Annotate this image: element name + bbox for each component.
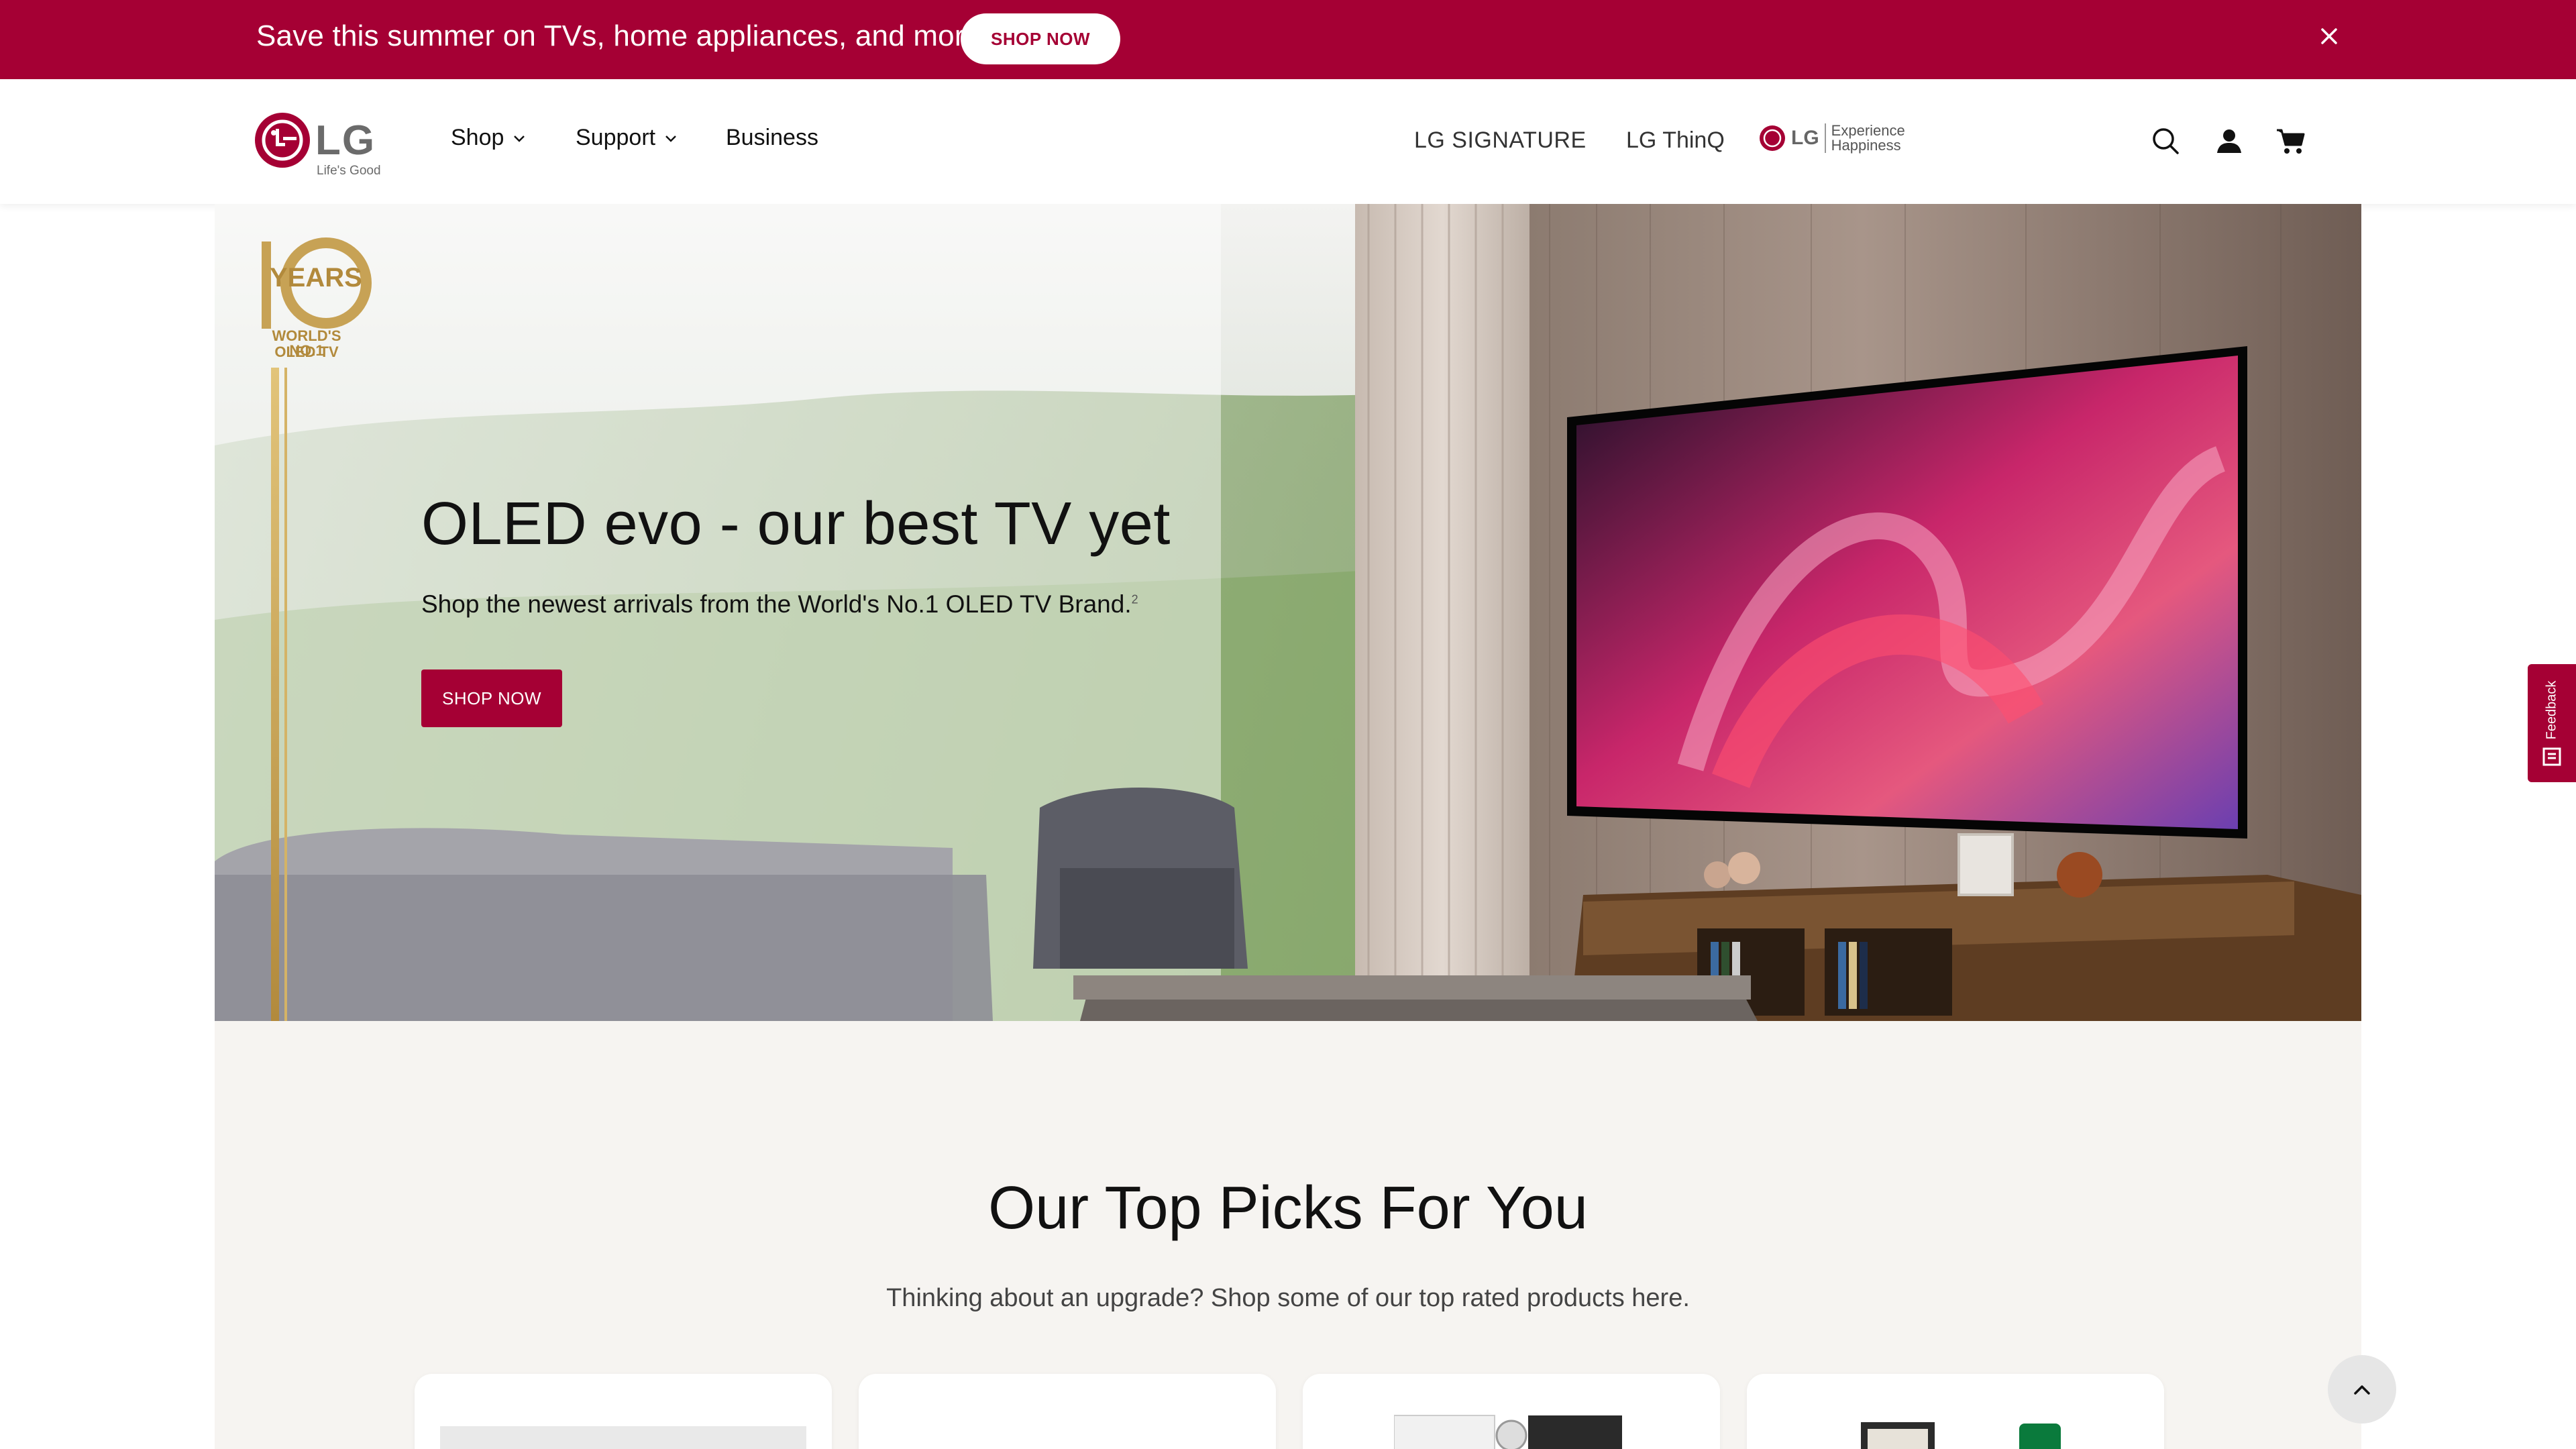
eh-line-1: Experience	[1831, 122, 1905, 139]
hero-subtitle-text: Shop the newest arrivals from the World'…	[421, 590, 1132, 618]
product-image	[1861, 1422, 2061, 1449]
product-image	[1394, 1415, 1622, 1449]
site-header: LG Life's Good Shop Support Business LG …	[0, 79, 2576, 204]
promo-banner: Save this summer on TVs, home appliances…	[0, 0, 2576, 79]
product-card[interactable]	[415, 1374, 832, 1449]
feedback-tab[interactable]: Feedback	[2528, 664, 2576, 782]
nav-support[interactable]: Support	[576, 125, 678, 151]
product-card[interactable]	[859, 1374, 1276, 1449]
feedback-icon	[2542, 747, 2561, 766]
eh-line-2: Happiness	[1831, 137, 1901, 154]
product-card[interactable]	[1303, 1374, 1720, 1449]
top-picks-title: Our Top Picks For You	[988, 1175, 1588, 1242]
nav-business[interactable]: Business	[726, 125, 818, 151]
chevron-down-icon	[514, 135, 525, 142]
chevron-down-icon	[665, 135, 676, 142]
hero-title: OLED evo - our best TV yet	[421, 490, 1171, 557]
hero-subtitle: Shop the newest arrivals from the World'…	[421, 590, 1138, 619]
search-icon[interactable]	[2148, 123, 2184, 160]
badge-years: YEARS	[270, 263, 362, 292]
top-picks-subtitle: Thinking about an upgrade? Shop some of …	[886, 1284, 1690, 1312]
badge-gold-line	[271, 368, 279, 1021]
chevron-up-icon	[2354, 1385, 2370, 1395]
hero-carousel: YEARS WORLD'S NO.1 OLED TV OLED evo - ou…	[215, 204, 2361, 1021]
lg-signature-link[interactable]: LG SIGNATURE	[1414, 127, 1587, 154]
experience-happiness-link[interactable]: LG Experience Happiness	[1759, 123, 1905, 153]
badge-line-2: OLED TV	[274, 343, 339, 360]
feedback-label: Feedback	[2544, 680, 2559, 739]
lg-face-icon	[255, 113, 310, 168]
hero-footnote[interactable]: 2	[1132, 593, 1138, 606]
logo-tagline: Life's Good	[317, 164, 381, 178]
logo-text: LG	[315, 117, 376, 164]
nav-support-label: Support	[576, 125, 656, 150]
lg-logo[interactable]: LG Life's Good	[254, 111, 388, 178]
badge-gold-line-thin	[284, 368, 287, 1021]
lg-face-icon	[1760, 125, 1785, 151]
close-icon[interactable]	[2316, 23, 2343, 50]
nav-shop-label: Shop	[451, 125, 504, 150]
hero-shop-now-button[interactable]: SHOP NOW	[421, 669, 562, 727]
lg-thinq-link[interactable]: LG ThinQ	[1626, 127, 1725, 154]
nav-shop[interactable]: Shop	[451, 125, 527, 151]
nav-business-label: Business	[726, 125, 818, 150]
promo-text: Save this summer on TVs, home appliances…	[256, 19, 981, 52]
product-image	[440, 1426, 806, 1449]
eh-logo-text: LG	[1791, 127, 1819, 149]
promo-shop-now-button[interactable]: SHOP NOW	[961, 13, 1120, 64]
cart-icon[interactable]	[2273, 123, 2309, 160]
product-card[interactable]	[1747, 1374, 2164, 1449]
account-icon[interactable]	[2211, 123, 2247, 160]
back-to-top-button[interactable]	[2328, 1355, 2396, 1424]
